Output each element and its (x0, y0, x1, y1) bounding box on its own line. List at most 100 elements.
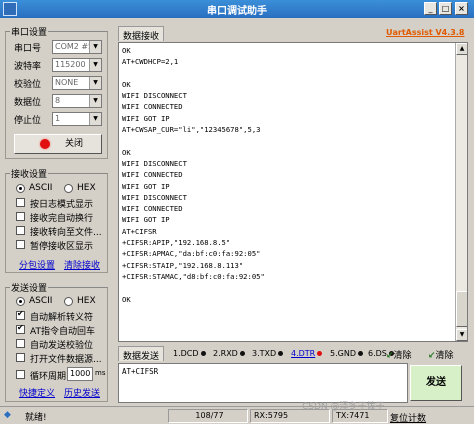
send-option-label: 自动解析转义符 (30, 313, 94, 323)
receive-ascii-label: ASCII (29, 183, 53, 193)
receive-ascii-radio[interactable] (16, 184, 25, 193)
stopbits-value: 1 (55, 114, 61, 123)
baud-value: 115200 (55, 60, 86, 69)
shortcut-define-link[interactable]: 快捷定义 (19, 386, 55, 399)
scroll-up-icon[interactable]: ▲ (456, 43, 467, 55)
receive-scrollbar[interactable]: ▲ ▼ (455, 43, 467, 341)
send-option-checkbox[interactable] (16, 309, 25, 320)
close-port-button[interactable]: 关闭 (14, 134, 102, 154)
parity-label: 校验位 (14, 80, 42, 90)
send-history-link[interactable]: 历史发送 (64, 386, 100, 399)
receive-area[interactable]: OK AT+CWDHCP=2,1 OK WIFI DISCONNECT WIFI… (118, 42, 468, 342)
pin-label: 4.DTR (291, 349, 316, 358)
clear-send-1[interactable]: ↙清除 (386, 348, 412, 361)
close-window-button[interactable]: × (455, 2, 468, 15)
port-status-led-icon (40, 139, 50, 149)
port-label: 串口号 (14, 44, 42, 54)
serial-settings-title: 串口设置 (10, 25, 49, 38)
chevron-down-icon: ▼ (89, 59, 101, 71)
pin-indicator-icon (278, 351, 284, 356)
send-input[interactable]: AT+CIFSR (118, 363, 408, 403)
parity-value: NONE (55, 78, 79, 87)
brand-link[interactable]: UartAssist V4.3.8 (386, 28, 464, 37)
chevron-down-icon: ▼ (89, 77, 101, 89)
arrow-icon: ↙ (386, 351, 394, 361)
send-option-checkbox[interactable] (16, 353, 25, 362)
stopbits-label: 停止位 (14, 116, 42, 126)
send-option-checkbox[interactable] (16, 323, 25, 334)
status-ready: 就绪! (25, 413, 47, 423)
stopbits-select[interactable]: 1 ▼ (52, 112, 102, 126)
arrow-icon: ↙ (428, 351, 436, 361)
reset-count-link[interactable]: 复位计数 (390, 411, 426, 424)
receive-settings-title: 接收设置 (10, 167, 49, 180)
pin-txd[interactable]: 3.TXD (252, 349, 284, 358)
send-ascii-radio[interactable] (16, 297, 25, 306)
pin-rxd[interactable]: 2.RXD (213, 349, 245, 358)
receive-option-checkbox[interactable] (16, 240, 25, 249)
receive-hex-radio[interactable] (64, 184, 73, 193)
cycle-period-input[interactable]: 1000 (67, 367, 93, 381)
pin-label: 3.TXD (252, 349, 277, 358)
send-option-label: 自动发送校验位 (30, 341, 94, 351)
pin-label: 1.DCD (173, 349, 199, 358)
pin-dtr[interactable]: 4.DTR (291, 349, 323, 358)
close-port-label: 关闭 (65, 139, 84, 149)
cycle-unit: ms (95, 369, 106, 377)
pin-label: 6.DS (368, 349, 387, 358)
receive-option-label: 接收转向至文件... (30, 228, 102, 238)
watermark: CSDN @泽冬子拨子 (302, 402, 385, 412)
receive-option-checkbox[interactable] (16, 226, 25, 235)
chevron-down-icon: ▼ (89, 95, 101, 107)
scroll-thumb[interactable] (456, 291, 467, 327)
send-button[interactable]: 发送 (410, 365, 462, 401)
receive-option-label: 暂停接收区显示 (30, 242, 94, 252)
databits-label: 数据位 (14, 98, 42, 108)
chevron-down-icon: ▼ (89, 113, 101, 125)
cycle-send-checkbox[interactable] (16, 370, 25, 379)
tab-send[interactable]: 数据发送 (118, 346, 165, 362)
pin-indicator-icon (200, 351, 206, 356)
pin-dcd[interactable]: 1.DCD (173, 349, 206, 358)
receive-option-checkbox[interactable] (16, 212, 25, 221)
clear-send-2[interactable]: ↙清除 (428, 348, 454, 361)
maximize-button[interactable]: □ (439, 2, 452, 15)
status-info-icon: ◆ (4, 410, 11, 420)
send-option-checkbox[interactable] (16, 339, 25, 348)
pin-gnd[interactable]: 5.GND (330, 349, 363, 358)
chevron-down-icon: ▼ (89, 41, 101, 53)
pin-indicator-icon (357, 351, 363, 356)
port-select[interactable]: COM2 #Sil ▼ (52, 40, 102, 54)
cycle-label: 循环周期 (30, 372, 67, 382)
scroll-down-icon[interactable]: ▼ (456, 329, 467, 341)
send-settings-title: 发送设置 (10, 281, 49, 294)
databits-select[interactable]: 8 ▼ (52, 94, 102, 108)
minimize-button[interactable]: _ (424, 2, 437, 15)
pin-indicator-icon (239, 351, 245, 356)
window-title: 串口调试助手 (207, 6, 267, 17)
receive-option-label: 接收完自动换行 (30, 214, 94, 224)
baud-select[interactable]: 115200 ▼ (52, 58, 102, 72)
status-bar: ◆ 就绪! 108/77 RX:5795 TX:7471 复位计数 CSDN @… (0, 402, 474, 424)
parity-select[interactable]: NONE ▼ (52, 76, 102, 90)
receive-hex-label: HEX (77, 183, 96, 193)
send-option-label: AT指令自动回车 (30, 327, 95, 337)
clear-label: 清除 (393, 351, 412, 361)
title-bar[interactable]: 串口调试助手 _ □ × (0, 0, 474, 18)
clear-label: 清除 (435, 351, 454, 361)
receive-option-checkbox[interactable] (16, 198, 25, 207)
send-ascii-label: ASCII (29, 296, 53, 306)
receive-text: OK AT+CWDHCP=2,1 OK WIFI DISCONNECT WIFI… (122, 46, 265, 304)
send-hex-radio[interactable] (64, 297, 73, 306)
send-option-label: 打开文件数据源... (30, 355, 102, 365)
pin-label: 5.GND (330, 349, 356, 358)
split-settings-link[interactable]: 分包设置 (19, 258, 55, 271)
databits-value: 8 (55, 96, 61, 105)
pin-indicator-icon (317, 351, 323, 356)
send-hex-label: HEX (77, 296, 96, 306)
clear-receive-link[interactable]: 清除接收 (64, 258, 100, 271)
tab-receive[interactable]: 数据接收 (118, 26, 165, 42)
baud-label: 波特率 (14, 62, 42, 72)
pin-label: 2.RXD (213, 349, 238, 358)
receive-option-label: 按日志模式显示 (30, 200, 94, 210)
